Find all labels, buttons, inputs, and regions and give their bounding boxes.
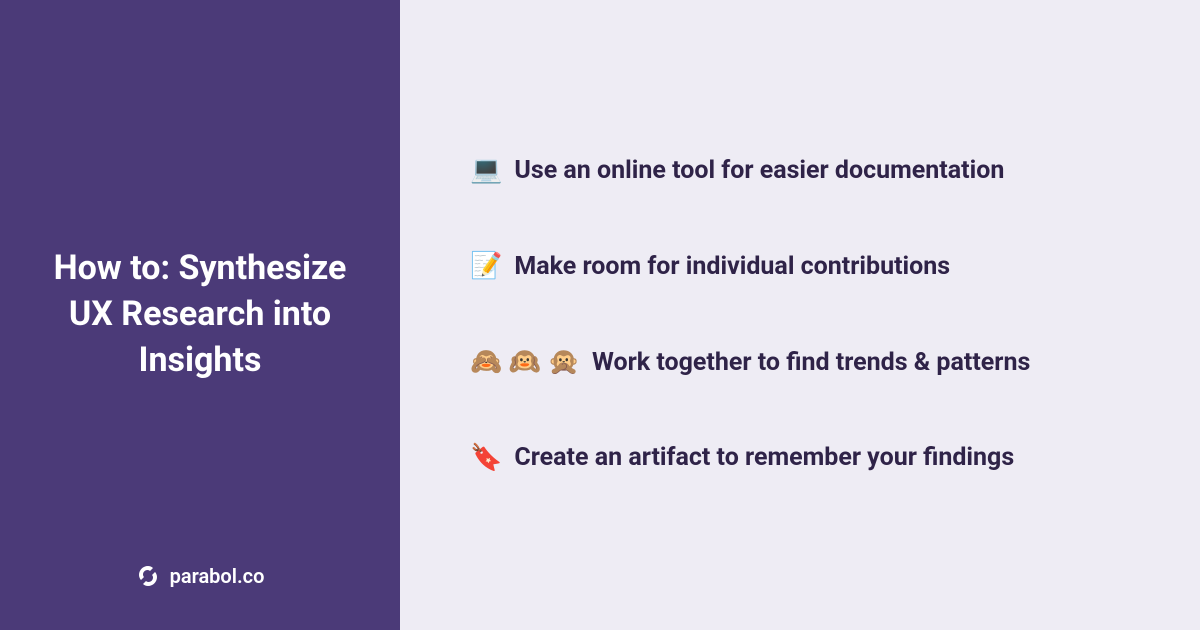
bookmark-icon: 🔖 [470, 442, 502, 476]
sidebar-panel: How to: Synthesize UX Research into Insi… [0, 0, 400, 630]
brand-logo: parabol.co [0, 564, 400, 588]
page-title: How to: Synthesize UX Research into Insi… [40, 246, 360, 384]
list-item-text: Work together to find trends & patterns [592, 347, 1030, 380]
list-item-text: Use an online tool for easier documentat… [514, 155, 1004, 188]
list-item-text: Make room for individual contributions [514, 251, 950, 284]
monkey-icons: 🙈 🙉 🙊 [470, 346, 580, 380]
list-item: 📝 Make room for individual contributions [470, 250, 1140, 284]
main-panel: 💻 Use an online tool for easier document… [400, 0, 1200, 630]
brand-name: parabol.co [170, 564, 265, 588]
list-item: 💻 Use an online tool for easier document… [470, 154, 1140, 188]
list-item-text: Create an artifact to remember your find… [514, 442, 1014, 475]
list-item: 🔖 Create an artifact to remember your fi… [470, 442, 1140, 476]
laptop-icon: 💻 [470, 154, 502, 188]
list-item: 🙈 🙉 🙊 Work together to find trends & pat… [470, 346, 1140, 380]
memo-icon: 📝 [470, 250, 502, 284]
parabol-logo-icon [136, 564, 160, 588]
